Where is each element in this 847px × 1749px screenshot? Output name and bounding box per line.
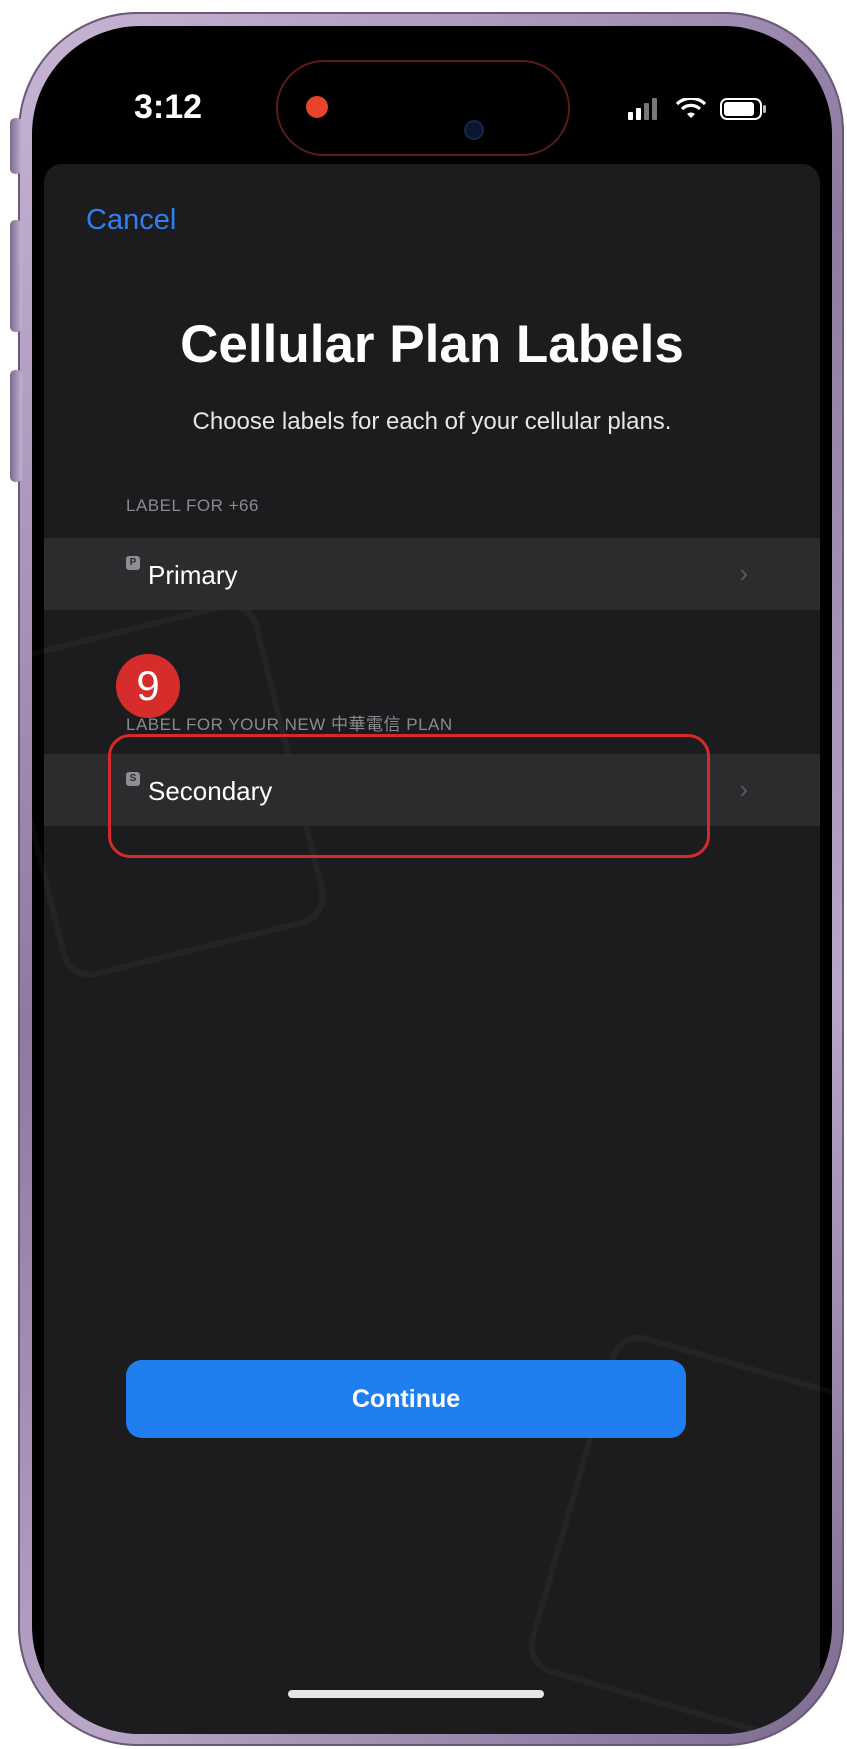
primary-label: Primary bbox=[148, 560, 238, 590]
front-camera-icon bbox=[464, 120, 484, 140]
dynamic-island bbox=[278, 62, 568, 154]
page-title: Cellular Plan Labels bbox=[180, 315, 684, 374]
step-number-badge: 9 bbox=[116, 654, 180, 718]
chevron-right-icon: › bbox=[739, 774, 748, 804]
chevron-right-icon: › bbox=[739, 558, 748, 588]
home-indicator[interactable] bbox=[288, 1690, 544, 1698]
continue-button[interactable]: Continue bbox=[126, 1360, 686, 1438]
page-subtitle: Choose labels for each of your cellular … bbox=[192, 408, 672, 435]
status-time: 3:12 bbox=[134, 88, 203, 126]
primary-label-row[interactable]: P Primary › bbox=[44, 538, 820, 610]
section-header-new-plan: LABEL FOR YOUR NEW 中華電信 PLAN bbox=[126, 715, 453, 734]
cancel-button[interactable]: Cancel bbox=[86, 204, 176, 237]
cellular-signal-icon bbox=[628, 98, 657, 120]
volume-down-button bbox=[10, 370, 22, 482]
status-icons bbox=[628, 98, 768, 120]
mute-switch bbox=[10, 118, 22, 174]
phone-screen: 3:12 Cancel Cellular Plan Labels Choose … bbox=[32, 26, 832, 1734]
recording-indicator-icon bbox=[306, 96, 328, 118]
step-highlight-box bbox=[108, 734, 710, 858]
section-header-primary: LABEL FOR +66 bbox=[126, 496, 259, 515]
battery-icon bbox=[720, 98, 766, 120]
cellular-plan-labels-sheet: Cancel Cellular Plan Labels Choose label… bbox=[44, 164, 820, 1734]
sim-badge-icon: P bbox=[126, 556, 140, 570]
volume-up-button bbox=[10, 220, 22, 332]
wifi-icon bbox=[676, 98, 706, 118]
